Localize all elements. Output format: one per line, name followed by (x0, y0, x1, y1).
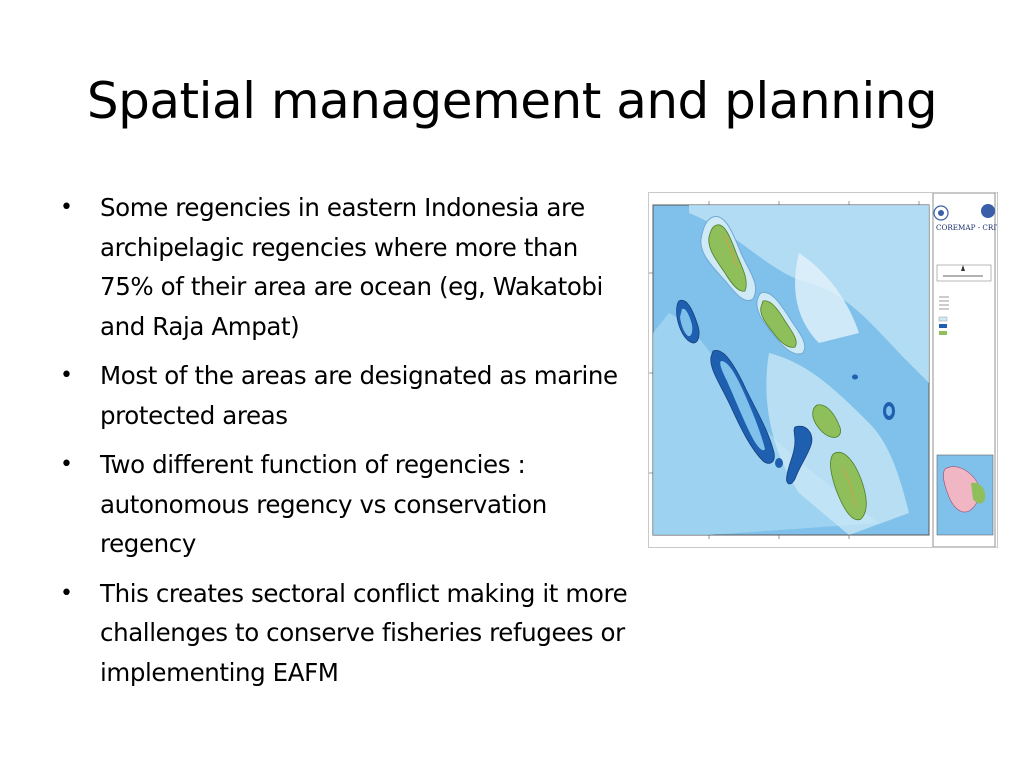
slide-title: Spatial management and planning (86, 72, 938, 130)
bullet-item: • This creates sectoral conflict making … (58, 574, 628, 693)
slide: Spatial management and planning • Some r… (0, 0, 1024, 768)
bullet-marker: • (60, 195, 73, 220)
bullet-item: • Most of the areas are designated as ma… (58, 356, 628, 435)
bullet-text: Some regencies in eastern Indonesia are … (100, 193, 603, 341)
bullet-marker: • (60, 452, 73, 477)
bullet-marker: • (60, 580, 73, 606)
bullet-list: • Some regencies in eastern Indonesia ar… (58, 188, 628, 702)
bullet-text: This creates sectoral conflict making it… (100, 578, 628, 687)
bullet-item: • Some regencies in eastern Indonesia ar… (58, 188, 628, 346)
archipelago-map: COREMAP - CRITC (649, 193, 997, 547)
bullet-marker: • (60, 363, 73, 388)
logo-icon (981, 204, 995, 218)
legend-title: COREMAP - CRITC (936, 223, 997, 232)
bullet-item: • Two different function of regencies : … (58, 445, 628, 564)
map-image: COREMAP - CRITC (648, 192, 998, 548)
bullet-text: Two different function of regencies : au… (100, 450, 547, 558)
bullet-text: Most of the areas are designated as mari… (100, 361, 618, 430)
